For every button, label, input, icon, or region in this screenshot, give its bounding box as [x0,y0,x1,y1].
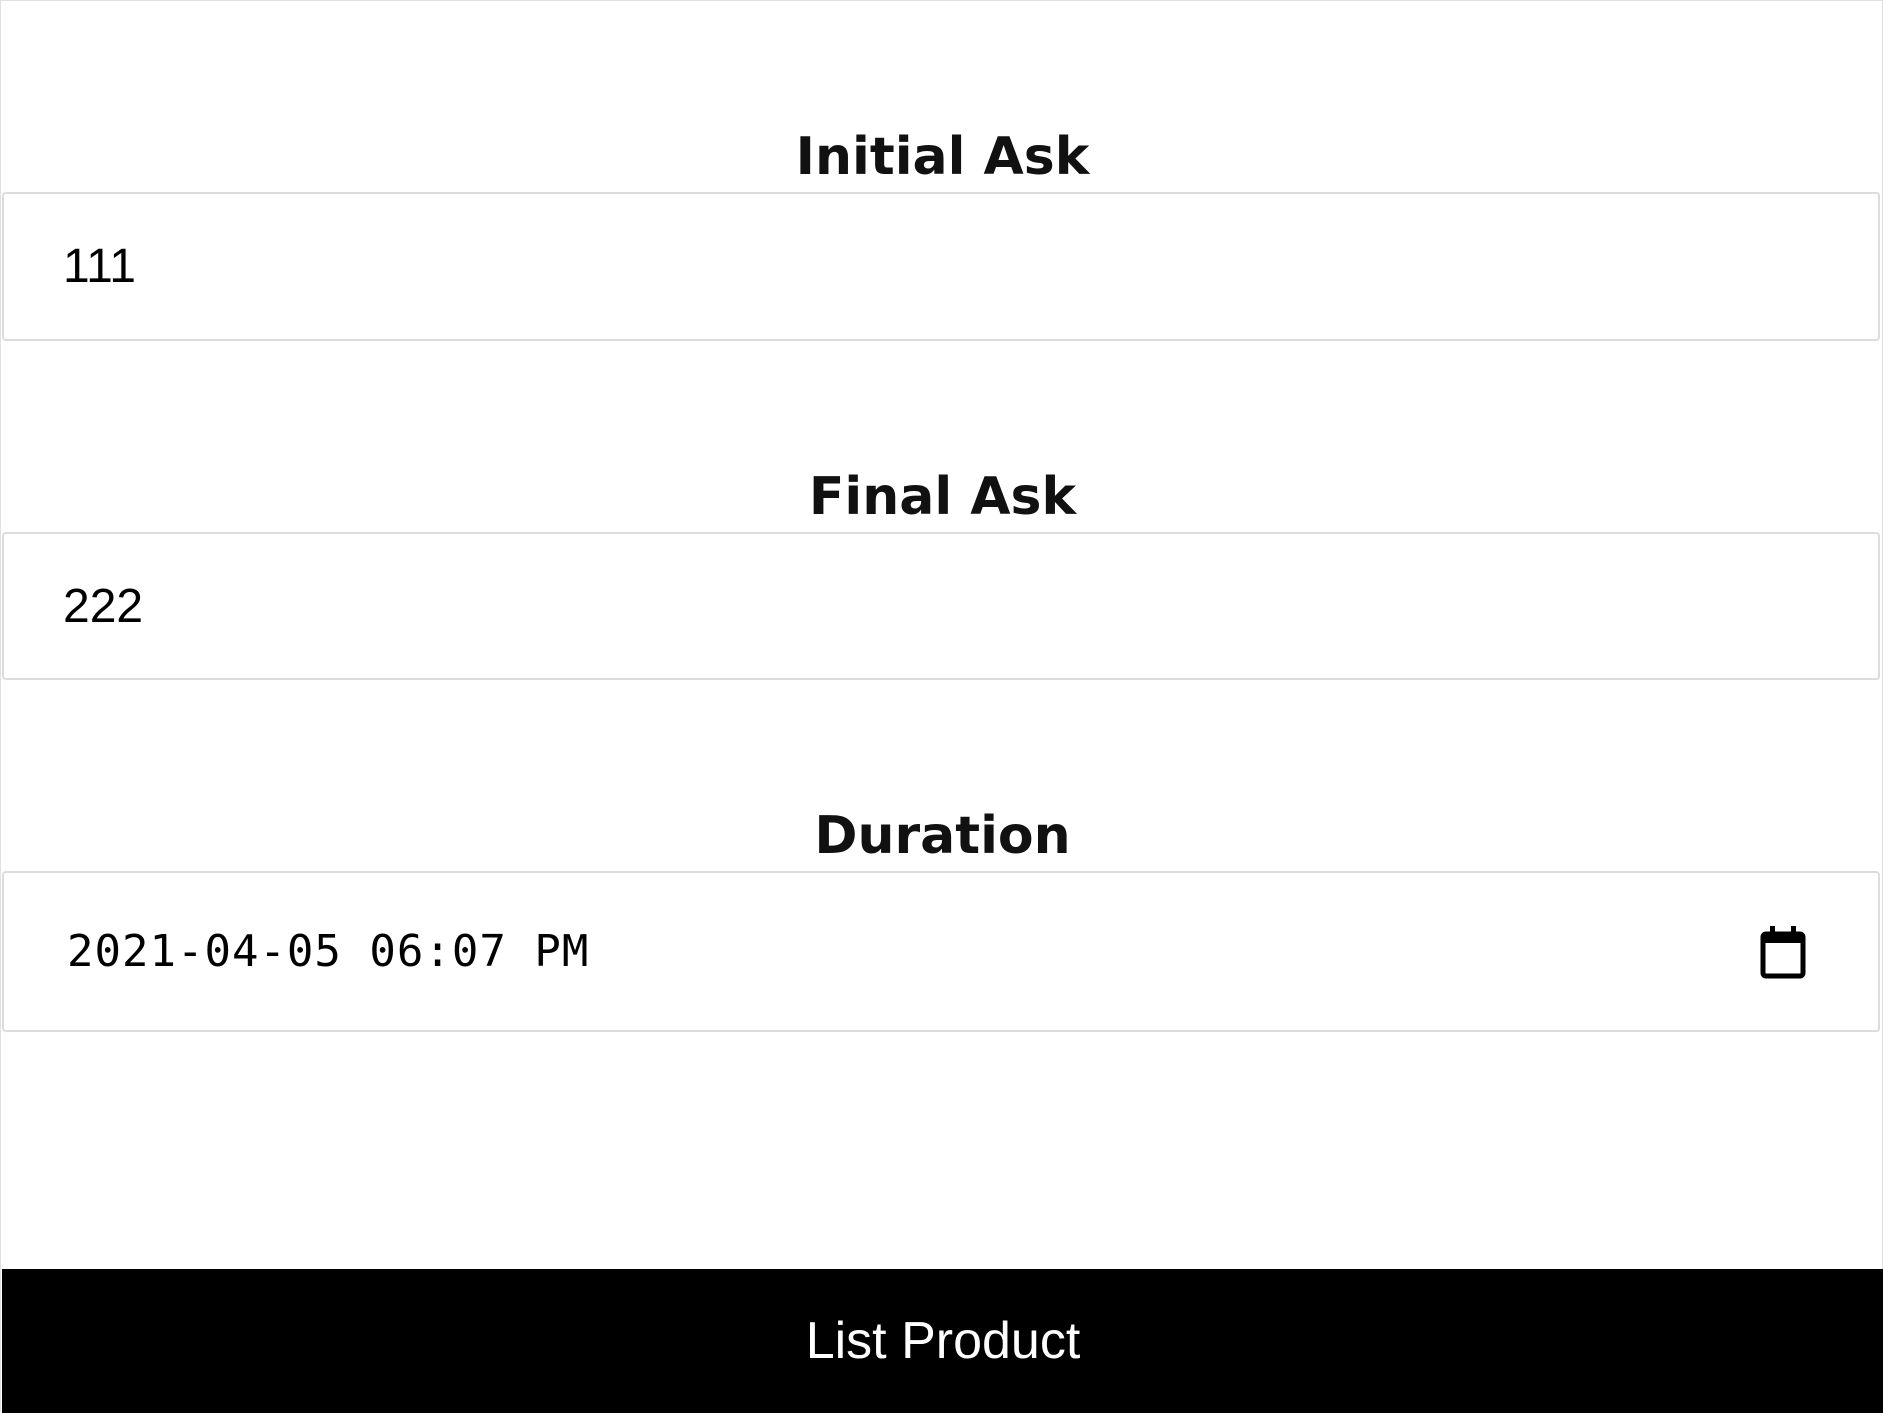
duration-value: 2021-04-05 06:07 PM [67,926,590,977]
initial-ask-input[interactable]: 111 [2,192,1880,341]
final-ask-input[interactable]: 222 [2,532,1880,680]
initial-ask-label: Initial Ask [795,127,1090,187]
final-ask-label: Final Ask [808,467,1077,527]
duration-label: Duration [814,806,1071,866]
list-product-button[interactable]: List Product [2,1269,1883,1413]
calendar-icon[interactable] [1759,924,1807,980]
initial-ask-value: 111 [63,240,136,293]
form-container: Initial Ask 111 Final Ask 222 Duration 2… [0,0,1883,1413]
duration-datetime-input[interactable]: 2021-04-05 06:07 PM [2,871,1880,1032]
final-ask-value: 222 [63,579,144,633]
